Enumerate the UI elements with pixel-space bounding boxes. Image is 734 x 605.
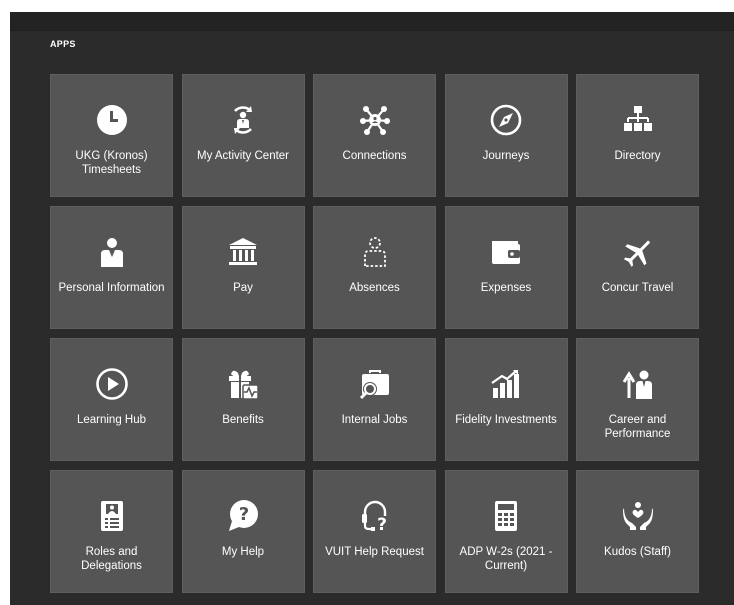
tile-label: Personal Information [58,282,165,294]
tile-absences[interactable]: Absences [313,206,436,329]
tile-label: Concur Travel [601,282,674,294]
tile-label: My Activity Center [196,150,290,162]
calculator-icon [489,499,523,533]
tile-career-and-performance[interactable]: Career and Performance [576,338,699,461]
bank-icon [226,235,260,269]
tile-label: Kudos (Staff) [604,546,671,558]
briefcase-search-icon [358,367,392,401]
tile-learning-hub[interactable]: Learning Hub [50,338,173,461]
tile-label: ADP W-2s (2021 - Current) [459,546,553,572]
tile-kudos-staff[interactable]: Kudos (Staff) [576,470,699,593]
tile-pay[interactable]: Pay [181,206,305,329]
tile-label: Absences [349,282,400,294]
tile-roles-and-delegations[interactable]: Roles and Delegations [50,470,173,593]
svg-text:?: ? [377,515,387,533]
headset-help-icon: ? [358,499,392,533]
gift-icon [226,367,260,401]
tile-adp-w2s[interactable]: ADP W-2s (2021 - Current) [444,470,568,593]
tile-personal-information[interactable]: Personal Information [50,206,173,329]
clock-icon [95,103,129,137]
apps-panel: APPS UKG (Kronos) Timesheets My Activity… [10,12,734,605]
compass-icon [489,103,523,137]
help-bubble-icon: ? [226,499,260,533]
bar-chart-icon [489,367,523,401]
tile-label: VUIT Help Request [325,546,424,558]
tile-expenses[interactable]: Expenses [444,206,568,329]
connections-network-icon [358,103,392,137]
tile-label: Internal Jobs [341,414,408,426]
tile-label: My Help [221,546,265,558]
tile-label: Expenses [480,282,532,294]
tile-connections[interactable]: Connections [313,74,436,197]
tile-label: Fidelity Investments [455,414,557,426]
tile-label: Career and Performance [604,414,671,440]
tile-label: Learning Hub [76,414,147,426]
id-badge-icon [95,499,129,533]
tile-benefits[interactable]: Benefits [181,338,305,461]
tile-concur-travel[interactable]: Concur Travel [576,206,699,329]
airplane-icon [621,235,655,269]
tile-ukg-timesheets[interactable]: UKG (Kronos) Timesheets [50,74,173,197]
tile-directory[interactable]: Directory [576,74,699,197]
tile-fidelity-investments[interactable]: Fidelity Investments [444,338,568,461]
tile-label: Journeys [482,150,530,162]
tile-my-help[interactable]: ? My Help [181,470,305,593]
wallet-icon [489,235,523,269]
tile-journeys[interactable]: Journeys [444,74,568,197]
career-growth-icon [621,367,655,401]
apps-grid: UKG (Kronos) Timesheets My Activity Cent… [50,74,699,593]
svg-text:?: ? [239,504,249,525]
tile-label: Benefits [222,414,264,426]
hands-heart-icon [621,499,655,533]
activity-center-icon [226,103,260,137]
org-chart-icon [621,103,655,137]
tile-vuit-help-request[interactable]: ? VUIT Help Request [313,470,436,593]
tile-label: Directory [614,150,661,162]
absent-person-icon [358,235,392,269]
tile-label: Roles and Delegations [81,546,142,572]
play-circle-icon [95,367,129,401]
section-title: APPS [50,39,76,49]
person-icon [95,235,129,269]
top-bar [10,12,734,31]
tile-label: UKG (Kronos) Timesheets [75,150,148,176]
tile-label: Connections [342,150,407,162]
tile-label: Pay [233,282,253,294]
tile-my-activity-center[interactable]: My Activity Center [181,74,305,197]
tile-internal-jobs[interactable]: Internal Jobs [313,338,436,461]
